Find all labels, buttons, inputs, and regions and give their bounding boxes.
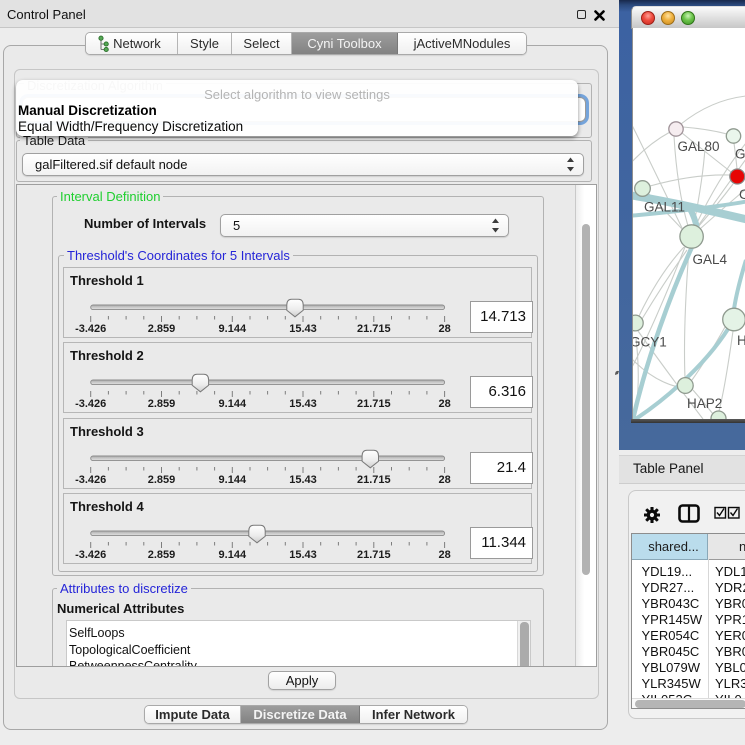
- svg-text:2.859: 2.859: [148, 398, 176, 410]
- svg-text:-3.426: -3.426: [75, 398, 106, 410]
- svg-text:2.859: 2.859: [148, 474, 176, 486]
- svg-text:9.144: 9.144: [219, 474, 247, 486]
- svg-text:21.715: 21.715: [357, 323, 391, 335]
- svg-text:-3.426: -3.426: [75, 549, 106, 561]
- svg-text:21.715: 21.715: [357, 398, 391, 410]
- svg-text:9.144: 9.144: [219, 398, 247, 410]
- svg-text:28: 28: [438, 323, 450, 335]
- svg-text:15.43: 15.43: [289, 323, 317, 335]
- svg-text:15.43: 15.43: [289, 398, 317, 410]
- svg-text:2.859: 2.859: [148, 549, 176, 561]
- svg-text:28: 28: [438, 474, 450, 486]
- svg-text:HAP2: HAP2: [687, 396, 722, 411]
- svg-text:2.859: 2.859: [148, 323, 176, 335]
- svg-text:GAL80: GAL80: [678, 139, 720, 154]
- svg-text:-3.426: -3.426: [75, 474, 106, 486]
- svg-text:GA: GA: [735, 147, 745, 162]
- svg-text:-3.426: -3.426: [75, 323, 106, 335]
- svg-text:HA: HA: [737, 333, 745, 348]
- svg-text:9.144: 9.144: [219, 549, 247, 561]
- svg-text:C: C: [739, 187, 745, 202]
- svg-text:GAL4: GAL4: [693, 252, 728, 267]
- svg-text:GCY1: GCY1: [633, 335, 667, 350]
- svg-text:28: 28: [438, 398, 450, 410]
- svg-text:15.43: 15.43: [289, 549, 317, 561]
- svg-text:21.715: 21.715: [357, 474, 391, 486]
- svg-text:21.715: 21.715: [357, 549, 391, 561]
- svg-text:9.144: 9.144: [219, 323, 247, 335]
- svg-text:28: 28: [438, 549, 450, 561]
- svg-text:15.43: 15.43: [289, 474, 317, 486]
- svg-text:GAL11: GAL11: [644, 200, 685, 215]
